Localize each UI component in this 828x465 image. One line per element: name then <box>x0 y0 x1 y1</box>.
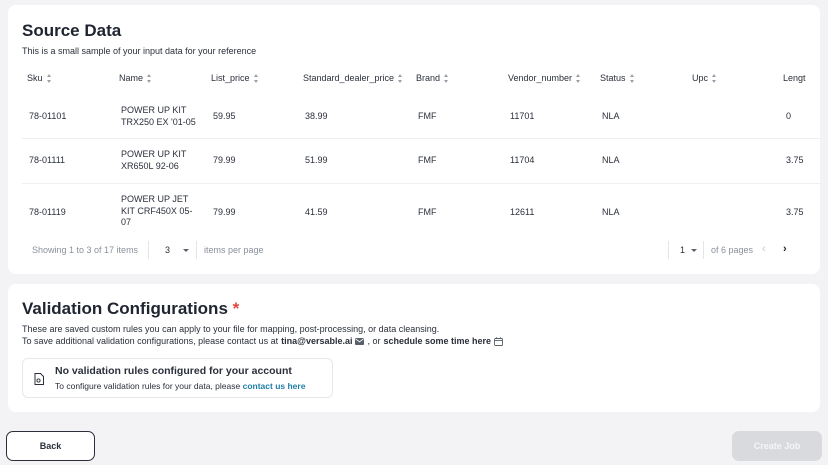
contact-us-link[interactable]: contact us here <box>243 381 306 391</box>
cell-list-price: 59.95 <box>213 111 236 121</box>
cell-sku: 78-01111 <box>29 155 66 165</box>
column-header-status[interactable]: Status <box>600 73 635 83</box>
cell-name: POWER UP KIT TRX250 EX '01-05 <box>121 105 196 127</box>
column-header-list-price[interactable]: List_price <box>211 73 259 83</box>
column-header-vendor-number[interactable]: Vendor_number <box>508 73 581 83</box>
cell-vendor-number: 11701 <box>510 111 535 121</box>
column-header-upc[interactable]: Upc <box>692 73 717 83</box>
source-data-subtitle: This is a small sample of your input dat… <box>22 46 257 56</box>
cell-vendor-number: 11704 <box>510 155 535 165</box>
cell-brand: FMF <box>418 207 437 217</box>
no-rules-notice: No validation rules configured for your … <box>22 358 333 398</box>
column-header-sku[interactable]: Sku <box>27 73 52 83</box>
calendar-icon <box>494 336 503 346</box>
divider <box>196 241 197 259</box>
divider <box>668 241 669 259</box>
source-data-card: Source Data This is a small sample of yo… <box>8 5 820 274</box>
sort-icon <box>712 73 717 83</box>
chevron-right-icon[interactable]: › <box>783 244 787 255</box>
cell-length: 3.75 <box>786 155 804 165</box>
column-header-name[interactable]: Name <box>119 73 152 83</box>
schedule-link[interactable]: schedule some time here <box>384 336 492 346</box>
sort-icon <box>576 73 581 83</box>
divider <box>148 241 149 259</box>
cell-vendor-number: 12611 <box>510 207 535 217</box>
sort-icon <box>253 73 259 83</box>
no-rules-title: No validation rules configured for your … <box>55 365 292 377</box>
back-button[interactable]: Back <box>6 431 95 461</box>
sort-icon <box>46 73 52 83</box>
cell-dealer-price: 38.99 <box>305 111 328 121</box>
page-value: 1 <box>680 245 686 255</box>
cell-sku: 78-01119 <box>29 207 66 217</box>
chevron-left-icon[interactable]: ‹ <box>762 244 766 255</box>
cell-status: NLA <box>602 111 620 121</box>
cell-status: NLA <box>602 207 620 217</box>
divider <box>703 241 704 259</box>
sort-icon <box>444 73 449 83</box>
mail-icon <box>355 337 365 345</box>
column-header-length[interactable]: Lengt <box>783 73 806 83</box>
cell-brand: FMF <box>418 111 437 121</box>
table-row: 78-01119 POWER UP JET KIT CRF450X 05-07 … <box>22 184 820 239</box>
no-rules-text: To configure validation rules for your d… <box>55 381 306 391</box>
chevron-down-icon <box>691 249 697 252</box>
table-row: 78-01111 POWER UP KIT XR650L 92-06 79.99… <box>22 139 820 184</box>
validation-title: Validation Configurations * <box>22 299 240 318</box>
pagination-summary: Showing 1 to 3 of 17 items <box>32 245 139 255</box>
required-mark: * <box>232 299 240 318</box>
cell-brand: FMF <box>418 155 437 165</box>
cell-length: 3.75 <box>786 207 804 217</box>
page-count: of 6 pages <box>711 245 754 255</box>
contact-email[interactable]: tina@versable.ai <box>281 336 352 346</box>
sort-icon <box>629 73 635 83</box>
cell-name: POWER UP KIT XR650L 92-06 <box>121 149 187 171</box>
items-per-page-value: 3 <box>165 245 171 255</box>
cell-name: POWER UP JET KIT CRF450X 05-07 <box>121 194 193 227</box>
cell-dealer-price: 51.99 <box>305 155 328 165</box>
cell-list-price: 79.99 <box>213 155 236 165</box>
table-row: 78-01101 POWER UP KIT TRX250 EX '01-05 5… <box>22 95 820 139</box>
cell-dealer-price: 41.59 <box>305 207 328 217</box>
file-settings-icon <box>34 373 44 385</box>
cell-status: NLA <box>602 155 620 165</box>
items-per-page-label: items per page <box>204 245 264 255</box>
validation-description: These are saved custom rules you can app… <box>22 324 440 334</box>
validation-contact-line: To save additional validation configurat… <box>22 336 503 346</box>
validation-card: Validation Configurations * These are sa… <box>8 284 820 412</box>
chevron-down-icon <box>183 249 189 252</box>
source-data-title: Source Data <box>22 21 122 40</box>
create-job-button[interactable]: Create Job <box>732 431 822 461</box>
cell-sku: 78-01101 <box>29 111 67 121</box>
cell-list-price: 79.99 <box>213 207 236 217</box>
sort-icon <box>147 73 152 83</box>
column-header-standard-dealer-price[interactable]: Standard_dealer_price <box>303 73 403 83</box>
cell-length: 0 <box>786 111 792 121</box>
column-header-brand[interactable]: Brand <box>416 73 449 83</box>
sort-icon <box>398 73 403 83</box>
